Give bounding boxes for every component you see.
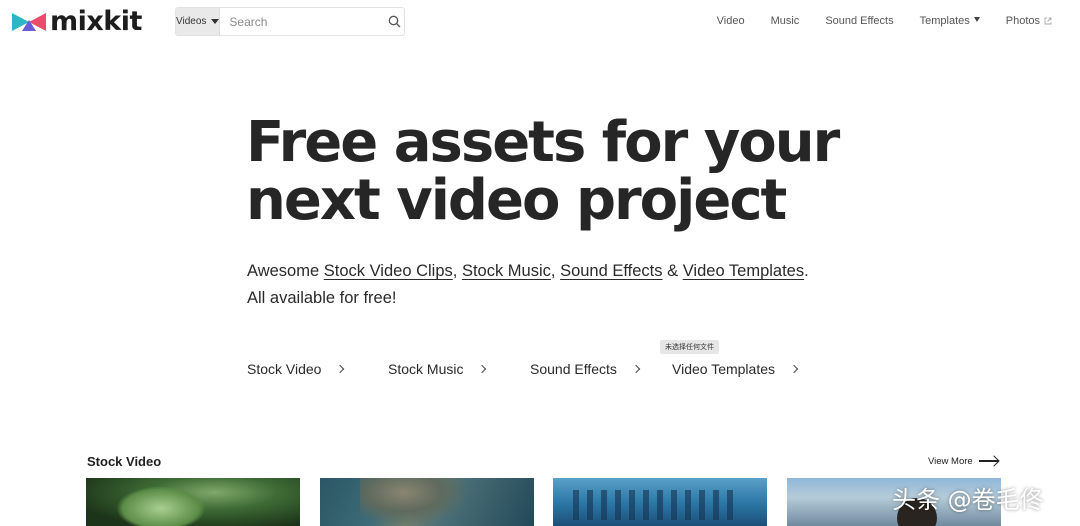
chevron-right-icon [478, 364, 487, 374]
mixkit-logo[interactable]: mixkit [12, 6, 142, 38]
subtitle-separator: , [550, 262, 556, 280]
watermark: 头条 @卷毛佟 [892, 486, 1044, 514]
chevron-right-icon [631, 364, 641, 374]
category-link-label: Video Templates [672, 361, 775, 377]
site-header: mixkit Videos Video Music Sound Effects … [0, 0, 1080, 44]
nav-item-video[interactable]: Video [717, 15, 745, 27]
arrow-right-icon [978, 455, 999, 467]
search-type-label: Videos [176, 16, 207, 27]
nav-item-label: Templates [919, 15, 970, 27]
stock-video-heading: Stock Video [87, 454, 162, 469]
hero-title: Free assets for your next video project [246, 114, 866, 230]
nav-item-label: Photos [1005, 15, 1040, 27]
nav-item-sound-effects[interactable]: Sound Effects [825, 15, 893, 27]
category-link-stock-video[interactable]: Stock Video [247, 361, 345, 377]
chevron-right-icon [789, 364, 799, 374]
search-button[interactable] [384, 8, 404, 35]
category-link-sound-effects[interactable]: Sound Effects [530, 361, 641, 377]
nav-item-photos[interactable]: Photos [1006, 15, 1052, 27]
subtitle-separator: , [452, 262, 458, 280]
subtitle-prefix: Awesome [247, 262, 320, 280]
nav-item-label: Music [770, 15, 800, 27]
hero-title-line-2: next video project [246, 168, 787, 233]
search-type-dropdown[interactable]: Videos [176, 8, 221, 35]
video-thumbnail[interactable] [86, 478, 300, 526]
video-thumbnail[interactable] [553, 478, 767, 526]
external-link-icon [1044, 17, 1052, 25]
main-nav: Video Music Sound Effects Templates Phot… [691, 15, 1052, 27]
view-more-label: View More [928, 455, 973, 467]
category-link-video-templates[interactable]: Video Templates [672, 361, 799, 377]
category-link-label: Stock Video [247, 361, 322, 377]
category-link-label: Sound Effects [530, 361, 617, 377]
nav-item-label: Video [716, 15, 745, 27]
subtitle-line-2: All available for free! [247, 289, 397, 307]
caret-down-icon [211, 19, 220, 24]
video-thumbnail[interactable] [320, 478, 534, 526]
view-more-link[interactable]: View More [928, 455, 999, 467]
nav-item-music[interactable]: Music [771, 15, 800, 27]
hero-title-line-1: Free assets for your [246, 110, 840, 175]
search-input[interactable] [220, 8, 385, 35]
stock-music-link[interactable]: Stock Music [462, 262, 551, 280]
sound-effects-link[interactable]: Sound Effects [560, 262, 662, 280]
subtitle-suffix: . [804, 262, 809, 280]
nav-item-label: Sound Effects [825, 15, 894, 27]
file-tooltip: 未选择任何文件 [660, 340, 719, 354]
search-bar: Videos [175, 7, 405, 36]
nav-item-templates[interactable]: Templates [920, 15, 980, 27]
logo-wordmark: mixkit [50, 6, 142, 37]
search-icon [388, 15, 401, 28]
mixkit-logo-mark-icon [12, 13, 46, 31]
chevron-right-icon [336, 364, 345, 374]
category-link-stock-music[interactable]: Stock Music [388, 361, 487, 377]
caret-down-icon [973, 17, 980, 22]
hero-subtitle: Awesome Stock Video Clips, Stock Music, … [247, 258, 887, 312]
video-templates-link[interactable]: Video Templates [683, 262, 804, 280]
stock-video-clips-link[interactable]: Stock Video Clips [324, 262, 453, 280]
subtitle-separator: & [667, 262, 679, 280]
category-link-label: Stock Music [388, 361, 464, 377]
